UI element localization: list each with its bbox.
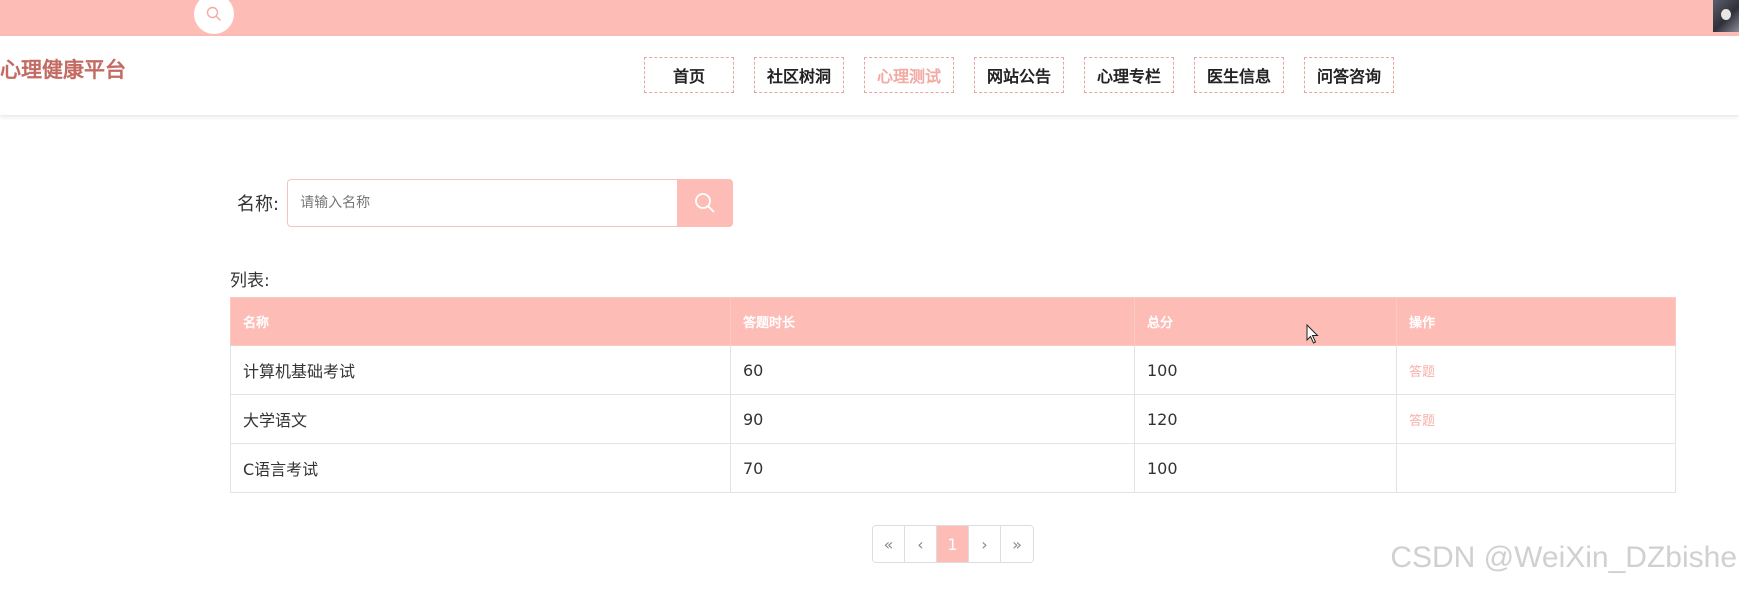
cell-action: 答题 — [1396, 345, 1676, 395]
nav-item-announcements[interactable]: 网站公告 — [974, 57, 1064, 93]
cell-duration: 60 — [730, 345, 1135, 395]
search-button[interactable] — [677, 179, 734, 227]
page-prev-button[interactable]: ‹ — [905, 526, 937, 562]
search-icon — [206, 6, 221, 21]
cell-name: C语言考试 — [230, 443, 731, 493]
table-row: 大学语文 90 120 答题 — [230, 394, 1676, 444]
header: 心理健康平台 首页 社区树洞 心理测试 网站公告 心理专栏 医生信息 问答咨询 — [0, 36, 1739, 115]
main-nav: 首页 社区树洞 心理测试 网站公告 心理专栏 医生信息 问答咨询 — [644, 57, 1414, 93]
column-header-name: 名称 — [230, 297, 731, 346]
mouse-cursor-icon — [1306, 324, 1319, 344]
cell-score: 120 — [1134, 394, 1397, 444]
column-header-score: 总分 — [1134, 297, 1397, 346]
avatar[interactable] — [1713, 0, 1739, 32]
page-current-button[interactable]: 1 — [937, 526, 969, 562]
search-icon — [695, 193, 715, 213]
nav-item-column[interactable]: 心理专栏 — [1084, 57, 1174, 93]
table-header-row: 名称 答题时长 总分 操作 — [230, 297, 1676, 346]
nav-item-psych-test[interactable]: 心理测试 — [864, 57, 954, 93]
pagination: « ‹ 1 › » — [872, 525, 1034, 563]
table-row: C语言考试 70 100 — [230, 443, 1676, 493]
cell-duration: 90 — [730, 394, 1135, 444]
nav-item-doctors[interactable]: 医生信息 — [1194, 57, 1284, 93]
top-bar — [0, 0, 1739, 36]
watermark: CSDN @WeiXin_DZbishe — [1390, 541, 1737, 574]
cell-action: 答题 — [1396, 394, 1676, 444]
search-form: 名称: — [237, 179, 734, 227]
table-row: 计算机基础考试 60 100 答题 — [230, 345, 1676, 395]
page-next-button[interactable]: › — [969, 526, 1001, 562]
column-header-action: 操作 — [1396, 297, 1676, 346]
nav-item-home[interactable]: 首页 — [644, 57, 734, 93]
data-table: 名称 答题时长 总分 操作 计算机基础考试 60 100 答题 大学语文 90 … — [230, 297, 1676, 493]
cell-duration: 70 — [730, 443, 1135, 493]
nav-item-community[interactable]: 社区树洞 — [754, 57, 844, 93]
page-first-button[interactable]: « — [873, 526, 905, 562]
top-search-button[interactable] — [194, 0, 234, 34]
cell-name: 计算机基础考试 — [230, 345, 731, 395]
answer-link[interactable]: 答题 — [1409, 414, 1435, 429]
list-label: 列表: — [230, 271, 270, 291]
nav-item-qa[interactable]: 问答咨询 — [1304, 57, 1394, 93]
cell-name: 大学语文 — [230, 394, 731, 444]
search-label: 名称: — [237, 194, 280, 215]
cell-score: 100 — [1134, 443, 1397, 493]
column-header-duration: 答题时长 — [730, 297, 1135, 346]
cell-score: 100 — [1134, 345, 1397, 395]
search-input[interactable] — [287, 179, 678, 227]
cell-action — [1396, 443, 1676, 493]
site-logo[interactable]: 心理健康平台 — [0, 54, 126, 84]
answer-link[interactable]: 答题 — [1409, 365, 1435, 380]
page-last-button[interactable]: » — [1001, 526, 1033, 562]
